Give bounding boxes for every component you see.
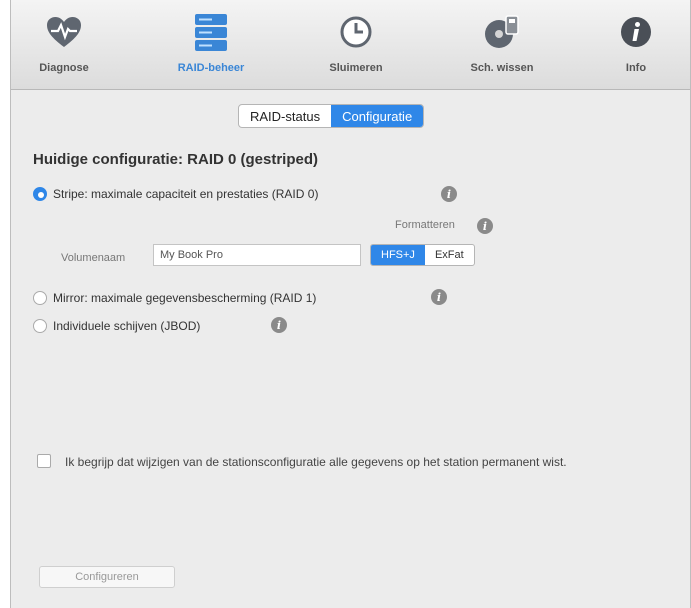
jbod-radio[interactable] (33, 319, 47, 333)
jbod-label: Individuele schijven (JBOD) (53, 319, 201, 333)
tab-configuratie[interactable]: Configuratie (331, 105, 424, 127)
view-tabs: RAID-status Configuratie (238, 104, 425, 128)
option-stripe[interactable]: Stripe: maximale capaciteit en prestatie… (33, 187, 318, 201)
toolbar-info[interactable]: Info (581, 12, 691, 86)
raid-utility-window: Diagnose RAID-beheer Sluimeren Sch. wiss… (10, 0, 691, 608)
confirm-checkbox[interactable] (37, 454, 51, 468)
volume-name-label: Volumenaam (61, 252, 126, 264)
filesystem-exfat-button[interactable]: ExFat (425, 245, 474, 265)
disk-erase-icon (482, 12, 522, 52)
option-mirror[interactable]: Mirror: maximale gegevensbescherming (RA… (33, 291, 316, 305)
info-circle-icon (616, 12, 656, 52)
current-configuration-title: Huidige configuratie: RAID 0 (gestriped) (33, 151, 319, 168)
raid-disks-icon (191, 12, 231, 52)
toolbar-diagnose-label: Diagnose (39, 62, 89, 74)
mirror-info-icon[interactable]: i (431, 289, 447, 305)
stripe-label: Stripe: maximale capaciteit en prestatie… (53, 187, 319, 201)
toolbar-diagnose[interactable]: Diagnose (9, 12, 119, 86)
toolbar-raid-beheer-label: RAID-beheer (177, 62, 245, 74)
toolbar-sch-wissen-label: Sch. wissen (470, 62, 534, 74)
toolbar-sch-wissen[interactable]: Sch. wissen (447, 12, 557, 86)
toolbar-info-label: Info (625, 62, 647, 74)
volume-name-input[interactable] (153, 244, 361, 266)
format-label: Formatteren (395, 219, 455, 231)
clock-icon (336, 12, 376, 52)
stripe-info-icon[interactable]: i (441, 186, 457, 202)
filesystem-hfsj-button[interactable]: HFS+J (371, 245, 425, 265)
stripe-radio[interactable] (33, 187, 47, 201)
toolbar-sluimeren[interactable]: Sluimeren (301, 12, 411, 86)
mirror-radio[interactable] (33, 291, 47, 305)
toolbar-sluimeren-label: Sluimeren (329, 62, 383, 74)
confirm-row[interactable]: Ik begrijp dat wijzigen van de stationsc… (37, 452, 667, 472)
tab-raid-status[interactable]: RAID-status (239, 105, 331, 127)
filesystem-selector: HFS+J ExFat (370, 244, 475, 266)
heart-pulse-icon (44, 12, 84, 52)
toolbar: Diagnose RAID-beheer Sluimeren Sch. wiss… (11, 0, 690, 90)
toolbar-raid-beheer[interactable]: RAID-beheer (156, 12, 266, 86)
confirm-text: Ik begrijp dat wijzigen van de stationsc… (65, 455, 567, 469)
format-info-icon[interactable]: i (477, 218, 493, 234)
jbod-info-icon[interactable]: i (271, 317, 287, 333)
mirror-label: Mirror: maximale gegevensbescherming (RA… (53, 291, 317, 305)
configure-button[interactable]: Configureren (39, 566, 175, 588)
option-jbod[interactable]: Individuele schijven (JBOD) (33, 319, 200, 333)
